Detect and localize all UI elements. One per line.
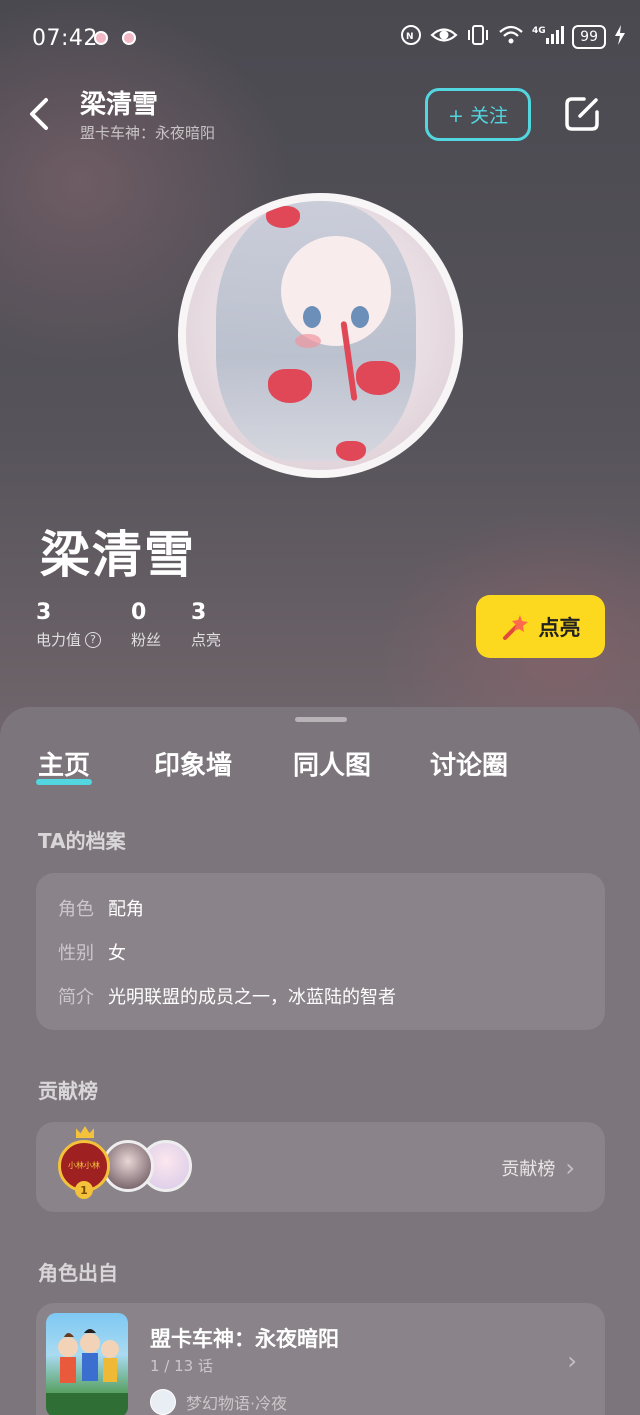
svg-text:4G: 4G <box>532 26 546 36</box>
svg-text:N: N <box>406 32 414 42</box>
avatar-ribbon <box>266 206 300 228</box>
profile-value: 光明联盟的成员之一，冰蓝陆的智者 <box>108 987 396 1008</box>
author-avatar <box>150 1389 176 1415</box>
stat-power: 3 电力值? <box>36 600 102 650</box>
wifi-icon <box>498 24 524 50</box>
contribution-link[interactable]: 贡献榜 › <box>501 1154 575 1182</box>
help-icon[interactable]: ? <box>85 631 102 648</box>
character-name: 梁清雪 <box>40 526 196 584</box>
work-progress: 1 / 13 话 <box>150 1357 213 1375</box>
back-button[interactable] <box>22 92 58 136</box>
stat-value: 3 <box>191 600 207 625</box>
work-cover-art <box>46 1329 128 1415</box>
profile-value: 女 <box>108 943 126 964</box>
light-up-label: 点亮 <box>538 615 581 640</box>
avatar-cheek <box>295 334 321 348</box>
profile-value: 配角 <box>108 899 144 920</box>
tab-fan-art[interactable]: 同人图 <box>293 745 371 782</box>
light-up-button[interactable]: 点亮 <box>476 595 605 658</box>
stat-label[interactable]: 电力值? <box>36 629 102 650</box>
stat-value: 0 <box>131 600 147 625</box>
rank-badge: 1 <box>75 1181 93 1199</box>
avatar-ribbon <box>336 441 366 461</box>
stat-value: 3 <box>36 600 52 625</box>
avatar-eye <box>303 306 321 328</box>
work-author: 梦幻物语·冷夜 <box>150 1389 287 1415</box>
crown-icon <box>76 1126 94 1138</box>
profile-row-role: 角色 配角 <box>58 895 144 921</box>
header-title: 梁清雪 <box>80 90 159 120</box>
profile-key: 角色 <box>58 899 94 920</box>
status-bar: 07:42 N 4G 99 <box>0 0 640 80</box>
contribution-card[interactable]: 小林小林 1 贡献榜 › <box>36 1122 605 1212</box>
origin-card[interactable]: 盟卡车神：永夜暗阳 1 / 13 话 梦幻物语·冷夜 › <box>36 1303 605 1415</box>
follow-button[interactable]: + 关注 <box>425 88 531 141</box>
author-name: 梦幻物语·冷夜 <box>186 1394 288 1413</box>
stat-fans[interactable]: 0 粉丝 <box>131 600 161 650</box>
app-notification-icon <box>122 31 136 45</box>
notification-icon: N <box>400 24 422 50</box>
profile-row-intro: 简介 光明联盟的成员之一，冰蓝陆的智者 <box>58 983 396 1009</box>
stat-lights[interactable]: 3 点亮 <box>191 600 221 650</box>
content-sheet: 主页 印象墙 同人图 讨论圈 TA的档案 角色 配角 性别 女 简介 光明联盟的… <box>0 707 640 1415</box>
tab-discussion[interactable]: 讨论圈 <box>430 745 508 782</box>
character-avatar[interactable] <box>178 193 463 478</box>
avatar-ribbon <box>268 369 312 403</box>
tab-home[interactable]: 主页 <box>38 745 90 782</box>
chevron-right-icon: › <box>565 1154 575 1182</box>
work-title: 盟卡车神：永夜暗阳 <box>150 1327 339 1351</box>
chevron-right-icon: › <box>567 1347 577 1375</box>
profile-key: 简介 <box>58 987 94 1008</box>
drag-handle[interactable] <box>295 717 347 722</box>
status-icons: N 4G 99 <box>400 24 626 50</box>
magic-wand-icon <box>502 614 528 640</box>
contribution-title: 贡献榜 <box>38 1079 98 1103</box>
origin-title: 角色出自 <box>38 1261 118 1285</box>
archive-title: TA的档案 <box>38 829 126 853</box>
tab-bar: 主页 印象墙 同人图 讨论圈 <box>0 745 640 795</box>
4g-signal-icon: 4G <box>532 24 565 50</box>
stats-row: 3 电力值? 0 粉丝 3 点亮 <box>36 600 221 650</box>
charging-icon <box>614 24 626 50</box>
tab-impression-wall[interactable]: 印象墙 <box>154 745 232 782</box>
header-subtitle[interactable]: 盟卡车神：永夜暗阳 <box>80 122 215 143</box>
chevron-left-icon <box>30 98 48 130</box>
profile-key: 性别 <box>58 943 94 964</box>
tab-active-indicator <box>36 779 92 785</box>
work-cover-image[interactable] <box>46 1313 128 1415</box>
eye-icon <box>430 24 458 50</box>
vibrate-icon <box>466 24 490 50</box>
profile-row-gender: 性别 女 <box>58 939 126 965</box>
contribution-link-label: 贡献榜 <box>501 1159 556 1180</box>
stat-label-text: 电力值 <box>36 631 82 649</box>
stat-label: 粉丝 <box>131 631 162 649</box>
avatar-ribbon <box>356 361 400 395</box>
avatar-face <box>281 236 391 348</box>
stat-label: 点亮 <box>191 631 222 649</box>
archive-card: 角色 配角 性别 女 简介 光明联盟的成员之一，冰蓝陆的智者 <box>36 873 605 1030</box>
edit-button[interactable] <box>562 94 602 134</box>
avatar-eye <box>351 306 369 328</box>
status-time: 07:42 <box>32 26 98 51</box>
edit-icon <box>565 97 599 131</box>
app-notification-icon <box>94 31 108 45</box>
battery-indicator: 99 <box>572 25 606 49</box>
